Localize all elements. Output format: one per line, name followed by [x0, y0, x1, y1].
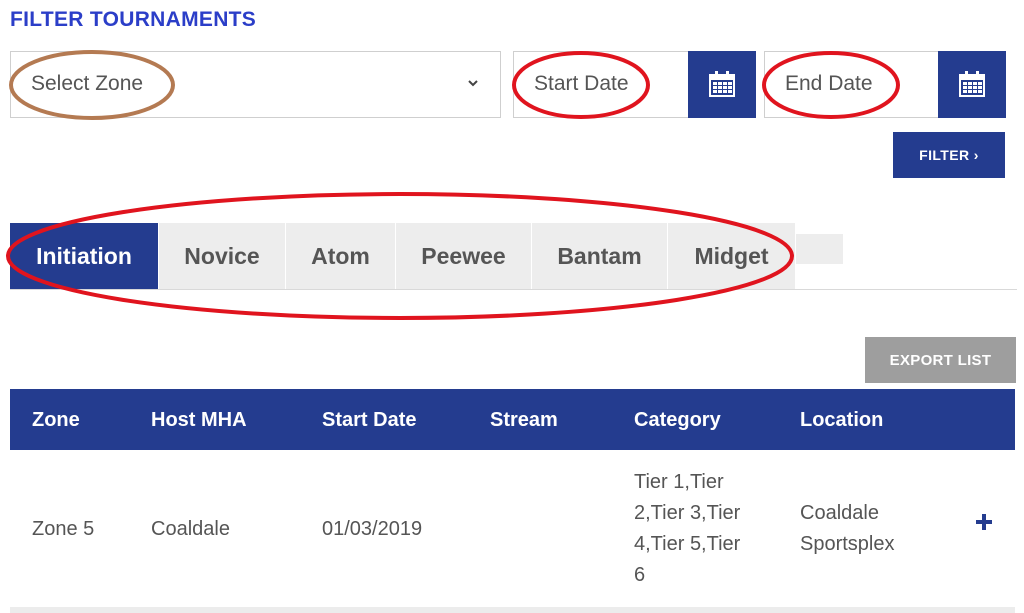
- tab-novice[interactable]: Novice: [159, 223, 286, 289]
- filter-button[interactable]: FILTER ›: [893, 132, 1005, 178]
- cell-host-mha: Coaldale: [151, 518, 230, 540]
- zone-select[interactable]: Select Zone: [10, 51, 501, 118]
- export-list-button[interactable]: EXPORT LIST: [865, 337, 1016, 383]
- start-date-calendar-button[interactable]: [688, 51, 756, 118]
- cell-location: Coaldale Sportsplex: [800, 498, 895, 560]
- column-header-location[interactable]: Location: [800, 409, 883, 432]
- column-header-start-date[interactable]: Start Date: [322, 409, 416, 432]
- plus-icon[interactable]: [974, 512, 994, 532]
- category-line: 4,Tier 5,Tier: [634, 533, 741, 555]
- category-line: Tier 1,Tier: [634, 471, 724, 493]
- calendar-icon: [709, 71, 735, 97]
- tab-bantam[interactable]: Bantam: [532, 223, 668, 289]
- filter-title: FILTER TOURNAMENTS: [10, 8, 257, 31]
- tab-initiation[interactable]: Initiation: [10, 223, 159, 289]
- cell-start-date: 01/03/2019: [322, 518, 423, 540]
- zone-select-value: Select Zone: [31, 72, 144, 95]
- tab-midget[interactable]: Midget: [668, 223, 796, 289]
- cell-category: Tier 1,Tier 2,Tier 3,Tier 4,Tier 5,Tier …: [634, 467, 740, 591]
- start-date-placeholder: Start Date: [534, 72, 629, 95]
- start-date-input[interactable]: Start Date: [513, 51, 689, 118]
- end-date-input[interactable]: End Date: [764, 51, 940, 118]
- end-date-calendar-button[interactable]: [938, 51, 1006, 118]
- end-date-placeholder: End Date: [785, 72, 873, 95]
- tab-atom[interactable]: Atom: [286, 223, 396, 289]
- calendar-icon: [959, 71, 985, 97]
- category-line: 2,Tier 3,Tier: [634, 502, 741, 524]
- column-header-stream[interactable]: Stream: [490, 409, 558, 432]
- category-line: 6: [634, 564, 646, 586]
- age-category-tabs: Initiation Novice Atom Peewee Bantam Mid…: [10, 223, 1017, 290]
- location-line: Coaldale: [800, 502, 879, 524]
- table-row: Zone 5 Coaldale 01/03/2019 Tier 1,Tier 2…: [10, 450, 1015, 613]
- cell-zone: Zone 5: [32, 518, 95, 540]
- chevron-down-icon: [468, 80, 478, 87]
- tab-placeholder: [796, 234, 843, 264]
- column-header-zone[interactable]: Zone: [32, 409, 80, 432]
- tab-peewee[interactable]: Peewee: [396, 223, 532, 289]
- location-line: Sportsplex: [800, 533, 895, 555]
- column-header-category[interactable]: Category: [634, 409, 721, 432]
- table-header: Zone Host MHA Start Date Stream Category…: [10, 389, 1015, 450]
- column-header-host-mha[interactable]: Host MHA: [151, 409, 247, 432]
